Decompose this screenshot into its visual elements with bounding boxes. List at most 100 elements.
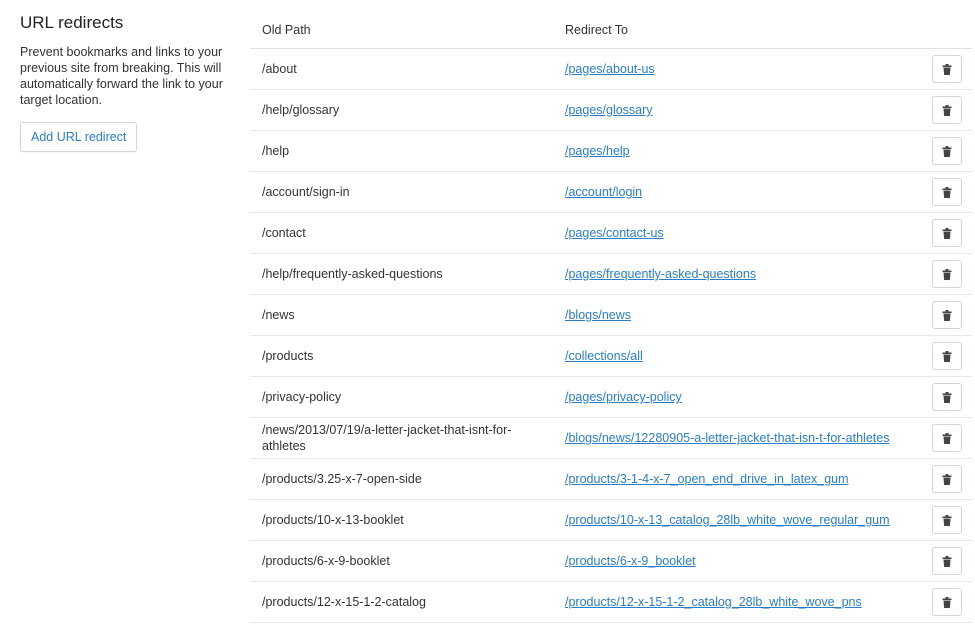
trash-icon [942, 473, 952, 485]
trash-icon [942, 309, 952, 321]
old-path-cell: /products/10-x-13-booklet [250, 499, 553, 541]
table-row: /help/glossary /pages/glossary [250, 89, 972, 131]
redirects-table: Old Path Redirect To /about /pages/about… [250, 12, 972, 623]
old-path-cell: /help/frequently-asked-questions [250, 253, 553, 295]
redirect-target-link[interactable]: /blogs/news [565, 308, 631, 322]
table-row: /products/12-x-15-1-2-catalog /products/… [250, 581, 972, 623]
redirect-target-link[interactable]: /pages/frequently-asked-questions [565, 267, 756, 281]
table-row: /products/6-x-9-booklet /products/6-x-9_… [250, 540, 972, 582]
actions-cell [923, 540, 972, 582]
redirect-to-cell: /blogs/news [553, 294, 923, 336]
redirect-target-link[interactable]: /pages/glossary [565, 103, 653, 117]
table-row: /news/2013/07/19/a-letter-jacket-that-is… [250, 417, 972, 459]
add-url-redirect-button[interactable]: Add URL redirect [20, 122, 138, 152]
redirect-target-link[interactable]: /blogs/news/12280905-a-letter-jacket-tha… [565, 431, 889, 445]
delete-redirect-button[interactable] [932, 96, 962, 124]
table-row: /account/sign-in /account/login [250, 171, 972, 213]
redirect-to-cell: /products/12-x-15-1-2_catalog_28lb_white… [553, 581, 923, 623]
redirect-target-link[interactable]: /pages/contact-us [565, 226, 664, 240]
table-row: /contact /pages/contact-us [250, 212, 972, 254]
redirect-to-cell: /pages/frequently-asked-questions [553, 253, 923, 295]
table-row: /products/3.25-x-7-open-side /products/3… [250, 458, 972, 500]
old-path-cell: /products/12-x-15-1-2-catalog [250, 581, 553, 623]
redirect-target-link[interactable]: /collections/all [565, 349, 643, 363]
old-path-cell: /account/sign-in [250, 171, 553, 213]
actions-cell [923, 130, 972, 172]
trash-icon [942, 63, 952, 75]
table-header-row: Old Path Redirect To [250, 12, 972, 49]
delete-redirect-button[interactable] [932, 506, 962, 534]
actions-cell [923, 376, 972, 418]
old-path-cell: /help/glossary [250, 89, 553, 131]
table-row: /news /blogs/news [250, 294, 972, 336]
table-row: /products /collections/all [250, 335, 972, 377]
trash-icon [942, 555, 952, 567]
trash-icon [942, 350, 952, 362]
redirect-to-cell: /products/10-x-13_catalog_28lb_white_wov… [553, 499, 923, 541]
redirect-target-link[interactable]: /products/6-x-9_booklet [565, 554, 696, 568]
redirect-to-cell: /pages/glossary [553, 89, 923, 131]
redirects-sidebar: URL redirects Prevent bookmarks and link… [20, 12, 230, 152]
old-path-cell: /about [250, 48, 553, 90]
redirect-target-link[interactable]: /account/login [565, 185, 642, 199]
redirect-to-cell: /collections/all [553, 335, 923, 377]
trash-icon [942, 145, 952, 157]
actions-cell [923, 417, 972, 459]
old-path-cell: /contact [250, 212, 553, 254]
delete-redirect-button[interactable] [932, 465, 962, 493]
redirect-to-cell: /pages/privacy-policy [553, 376, 923, 418]
redirect-to-cell: /pages/help [553, 130, 923, 172]
redirects-table-container: Old Path Redirect To /about /pages/about… [250, 12, 972, 623]
delete-redirect-button[interactable] [932, 342, 962, 370]
table-row: /help/frequently-asked-questions /pages/… [250, 253, 972, 295]
trash-icon [942, 596, 952, 608]
old-path-cell: /news [250, 294, 553, 336]
redirect-to-cell: /account/login [553, 171, 923, 213]
delete-redirect-button[interactable] [932, 588, 962, 616]
redirect-target-link[interactable]: /products/3-1-4-x-7_open_end_drive_in_la… [565, 472, 849, 486]
redirect-target-link[interactable]: /pages/privacy-policy [565, 390, 682, 404]
actions-cell [923, 499, 972, 541]
delete-redirect-button[interactable] [932, 55, 962, 83]
delete-redirect-button[interactable] [932, 424, 962, 452]
actions-cell [923, 581, 972, 623]
trash-icon [942, 514, 952, 526]
redirect-target-link[interactable]: /products/10-x-13_catalog_28lb_white_wov… [565, 513, 890, 527]
redirect-target-link[interactable]: /pages/about-us [565, 62, 655, 76]
old-path-cell: /products/6-x-9-booklet [250, 540, 553, 582]
old-path-cell: /news/2013/07/19/a-letter-jacket-that-is… [250, 417, 553, 459]
actions-cell [923, 212, 972, 254]
redirect-target-link[interactable]: /products/12-x-15-1-2_catalog_28lb_white… [565, 595, 862, 609]
actions-cell [923, 89, 972, 131]
trash-icon [942, 268, 952, 280]
actions-cell [923, 458, 972, 500]
old-path-cell: /help [250, 130, 553, 172]
delete-redirect-button[interactable] [932, 137, 962, 165]
column-header-old-path: Old Path [250, 12, 553, 49]
table-row: /products/10-x-13-booklet /products/10-x… [250, 499, 972, 541]
delete-redirect-button[interactable] [932, 383, 962, 411]
redirect-to-cell: /products/3-1-4-x-7_open_end_drive_in_la… [553, 458, 923, 500]
table-row: /privacy-policy /pages/privacy-policy [250, 376, 972, 418]
trash-icon [942, 104, 952, 116]
delete-redirect-button[interactable] [932, 178, 962, 206]
redirect-to-cell: /pages/contact-us [553, 212, 923, 254]
redirect-to-cell: /products/6-x-9_booklet [553, 540, 923, 582]
old-path-cell: /products [250, 335, 553, 377]
actions-cell [923, 294, 972, 336]
actions-cell [923, 48, 972, 90]
redirect-target-link[interactable]: /pages/help [565, 144, 630, 158]
actions-cell [923, 253, 972, 295]
actions-cell [923, 335, 972, 377]
redirect-to-cell: /blogs/news/12280905-a-letter-jacket-tha… [553, 417, 923, 459]
delete-redirect-button[interactable] [932, 260, 962, 288]
trash-icon [942, 227, 952, 239]
delete-redirect-button[interactable] [932, 547, 962, 575]
old-path-cell: /products/3.25-x-7-open-side [250, 458, 553, 500]
trash-icon [942, 391, 952, 403]
delete-redirect-button[interactable] [932, 219, 962, 247]
column-header-actions [923, 12, 972, 49]
table-row: /help /pages/help [250, 130, 972, 172]
column-header-redirect-to: Redirect To [553, 12, 923, 49]
delete-redirect-button[interactable] [932, 301, 962, 329]
